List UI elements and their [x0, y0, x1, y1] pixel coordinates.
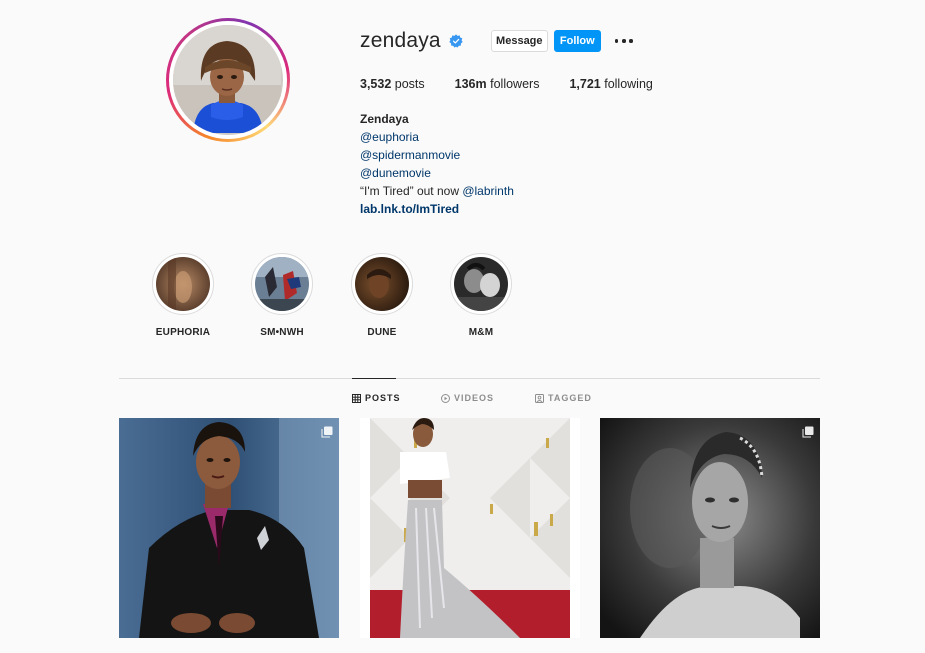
message-button[interactable]: Message: [490, 30, 548, 52]
bio-mention-labrinth[interactable]: @labrinth: [462, 184, 514, 198]
profile-page: zendaya Message Follow 3,532 posts 136m …: [0, 0, 925, 653]
followers-count: 136m: [454, 77, 487, 91]
highlight-cover-sm-nwh: [255, 257, 309, 311]
highlight-label: EUPHORIA: [155, 327, 211, 338]
post-tile[interactable]: [360, 418, 580, 638]
highlight-label: DUNE: [367, 327, 397, 338]
tab-label: VIDEOS: [454, 393, 495, 403]
tag-icon: [535, 393, 544, 403]
play-icon: [441, 393, 450, 403]
highlight-cover-euphoria: [156, 257, 210, 311]
followers-stat[interactable]: 136m followers: [455, 77, 540, 91]
post-tile[interactable]: [600, 418, 820, 638]
tab-label: TAGGED: [548, 393, 592, 403]
tab-videos[interactable]: VIDEOS: [441, 393, 494, 403]
profile-bio: Zendaya @euphoria @spidermanmovie @dunem…: [360, 110, 514, 218]
tab-label: POSTS: [365, 393, 401, 403]
highlight-label: SM•NWH: [260, 327, 304, 338]
highlight-cover-m-and-m: [454, 257, 508, 311]
bio-release-text: “I'm Tired” out now: [360, 184, 463, 198]
post-tile[interactable]: [119, 418, 339, 638]
tabs-divider: [119, 378, 820, 379]
active-tab-indicator: [352, 378, 396, 379]
following-stat[interactable]: 1,721 following: [569, 77, 652, 91]
profile-username: zendaya: [360, 29, 441, 52]
multiple-photos-icon: [321, 426, 333, 438]
highlight-m-and-m[interactable]: M&M: [441, 253, 521, 338]
verified-badge-icon: [449, 34, 463, 48]
tab-posts[interactable]: POSTS: [352, 393, 401, 403]
following-count: 1,721: [569, 77, 601, 91]
tab-tagged[interactable]: TAGGED: [535, 393, 592, 403]
profile-avatar-story-ring[interactable]: [166, 18, 290, 142]
posts-count: 3,532: [360, 77, 392, 91]
bio-mention-spidermanmovie[interactable]: @spidermanmovie: [360, 146, 514, 164]
more-options-icon[interactable]: [614, 31, 633, 51]
follow-button[interactable]: Follow: [553, 30, 601, 52]
bio-line-release: “I'm Tired” out now @labrinth: [360, 182, 514, 200]
avatar: [173, 25, 283, 135]
profile-stats: 3,532 posts 136m followers 1,721 followi…: [360, 77, 683, 91]
grid-icon: [352, 393, 361, 403]
profile-full-name: Zendaya: [360, 112, 409, 126]
following-label: following: [604, 77, 653, 91]
highlight-euphoria[interactable]: EUPHORIA: [143, 253, 223, 338]
highlight-label: M&M: [468, 327, 494, 338]
bio-external-link[interactable]: lab.lnk.to/ImTired: [360, 200, 514, 218]
bio-mention-euphoria[interactable]: @euphoria: [360, 128, 514, 146]
highlight-sm-nwh[interactable]: SM•NWH: [242, 253, 322, 338]
bio-mention-dunemovie[interactable]: @dunemovie: [360, 164, 514, 182]
multiple-photos-icon: [802, 426, 814, 438]
followers-label: followers: [490, 77, 540, 91]
posts-stat: 3,532 posts: [360, 77, 425, 91]
posts-label: posts: [394, 77, 425, 91]
profile-header-row: zendaya Message Follow: [360, 28, 633, 54]
highlight-cover-dune: [355, 257, 409, 311]
highlight-dune[interactable]: DUNE: [342, 253, 422, 338]
